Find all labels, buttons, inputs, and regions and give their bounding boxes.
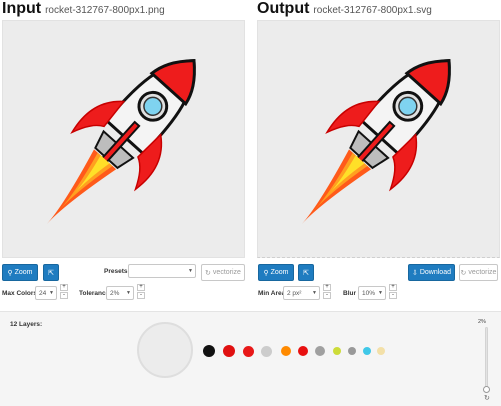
layer-color-swatch[interactable] [260,345,272,357]
output-panel-title: Output rocket-312767-800px1.svg [257,0,432,18]
input-vectorize-button[interactable]: ↻ vectorize [201,264,245,281]
chevron-down-icon: ▼ [312,290,317,296]
layer-color-swatch[interactable] [298,346,308,356]
presets-select[interactable]: ▼ [128,264,196,278]
min-area-decrement[interactable]: - [323,292,331,299]
input-filename: rocket-312767-800px1.png [45,5,165,16]
input-image-canvas[interactable] [2,20,245,258]
refresh-icon: ↻ [205,269,211,277]
tolerance-select[interactable]: 2% ▼ [106,286,134,300]
min-area-label: Min Area [258,290,286,297]
layer-color-swatch[interactable] [377,347,385,355]
slider-value: 2% [478,319,486,325]
output-filename: rocket-312767-800px1.svg [313,5,432,16]
layers-section: 12 Layers: 2% ↻ [0,311,501,406]
max-colors-label: Max Colors [2,290,38,297]
layer-color-swatch[interactable] [333,347,341,355]
search-icon: ⚲ [7,269,13,277]
layer-color-swatch[interactable] [203,345,215,357]
blur-select[interactable]: 10% ▼ [358,286,386,300]
refresh-icon: ↻ [460,269,467,277]
max-colors-select[interactable]: 24 ▼ [35,286,57,300]
output-vectorize-button[interactable]: ↻ vectorize [459,264,498,281]
blur-label: Blur [343,290,356,297]
input-fit-button[interactable]: ⇱ [43,264,59,281]
reset-icon[interactable]: ↻ [484,394,490,402]
layer-color-swatch[interactable] [281,346,291,356]
input-zoom-button[interactable]: ⚲ Zoom [2,264,38,281]
blur-increment[interactable]: + [389,284,397,291]
output-title-text: Output [257,0,310,17]
max-colors-increment[interactable]: + [60,284,68,291]
fit-screen-icon: ⇱ [303,269,309,277]
layer-color-swatch[interactable] [315,346,325,356]
chevron-down-icon: ▼ [188,268,193,274]
chevron-down-icon: ▼ [378,290,383,296]
layers-count-label: 12 Layers: [10,321,43,328]
presets-label: Presets [104,268,128,275]
download-icon: ⇩ [411,269,418,277]
rocket-image [46,59,196,225]
min-area-select[interactable]: 2 px² ▼ [283,286,320,300]
layer-slider-handle[interactable] [483,386,490,393]
layer-color-swatch[interactable] [242,345,254,357]
tolerance-increment[interactable]: + [137,284,145,291]
fit-screen-icon: ⇱ [48,269,54,277]
max-colors-decrement[interactable]: - [60,292,68,299]
rocket-vector-image [301,59,451,225]
layer-slider-track[interactable] [485,327,488,389]
chevron-down-icon: ▼ [126,290,131,296]
tolerance-label: Tolerance [79,290,110,297]
input-title-text: Input [2,0,42,17]
chevron-down-icon: ▼ [49,290,54,296]
tolerance-decrement[interactable]: - [137,292,145,299]
search-icon: ⚲ [263,269,269,277]
download-button[interactable]: ⇩ Download [408,264,455,281]
min-area-increment[interactable]: + [323,284,331,291]
layer-color-swatch[interactable] [348,347,356,355]
input-panel-title: Input rocket-312767-800px1.png [2,0,165,18]
output-image-canvas[interactable] [257,20,500,258]
output-zoom-button[interactable]: ⚲ Zoom [258,264,294,281]
layer-color-swatch[interactable] [363,347,371,355]
blur-decrement[interactable]: - [389,292,397,299]
layer-preview-circle [137,322,193,378]
output-fit-button[interactable]: ⇱ [298,264,314,281]
layer-color-swatch[interactable] [223,345,235,357]
